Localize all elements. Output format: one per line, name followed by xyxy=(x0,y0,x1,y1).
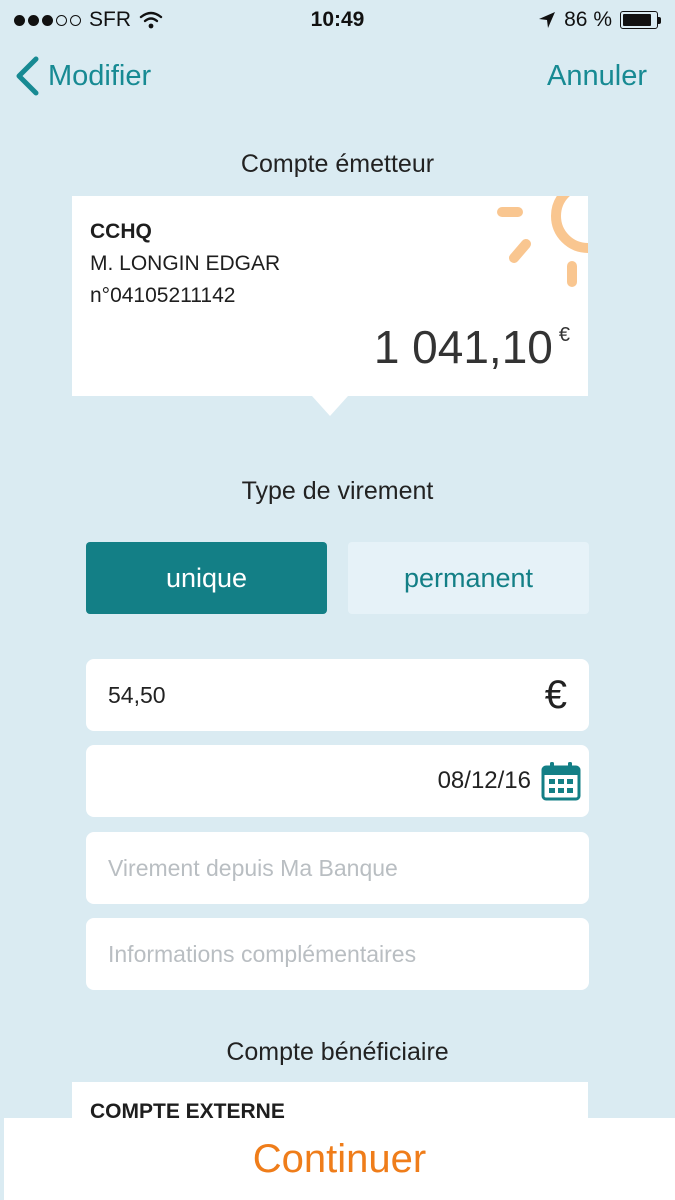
back-label: Modifier xyxy=(48,59,152,92)
back-button[interactable]: Modifier xyxy=(14,56,151,96)
account-balance: 1 041,10 € xyxy=(374,320,570,374)
status-bar: SFR 10:49 86 % xyxy=(0,0,675,40)
continue-button[interactable]: Continuer xyxy=(253,1137,426,1182)
battery-icon xyxy=(620,11,661,29)
transfer-type-unique-button[interactable]: unique xyxy=(86,542,327,614)
transfer-label-input[interactable] xyxy=(108,854,567,882)
wifi-icon xyxy=(139,11,163,29)
signal-icon xyxy=(14,14,81,26)
sun-icon xyxy=(497,196,588,287)
amount-input[interactable] xyxy=(108,681,535,709)
balance-currency: € xyxy=(558,324,570,346)
additional-info-input[interactable] xyxy=(108,940,567,968)
transfer-type-permanent-button[interactable]: permanent xyxy=(348,542,589,614)
source-account-card[interactable]: CCHQ M. LONGIN EDGAR n°04105211142 1 041… xyxy=(72,196,588,396)
date-field[interactable]: 08/12/16 xyxy=(86,745,589,817)
carrier-label: SFR xyxy=(89,8,131,31)
status-right: 86 % xyxy=(538,8,661,32)
cancel-button[interactable]: Annuler xyxy=(547,60,647,93)
source-account-title: Compte émetteur xyxy=(240,150,435,178)
beneficiary-title: Compte bénéficiaire xyxy=(226,1038,449,1066)
chevron-left-icon xyxy=(16,56,39,96)
location-arrow-icon xyxy=(539,12,556,28)
balance-amount: 1 041,10 xyxy=(373,321,553,373)
battery-label: 86 % xyxy=(564,8,612,31)
calendar-icon[interactable] xyxy=(541,761,581,801)
nav-bar: Modifier Annuler xyxy=(0,48,675,104)
transfer-label-field[interactable] xyxy=(86,832,589,904)
transfer-type-title: Type de virement xyxy=(241,477,434,505)
bottom-bar: Continuer xyxy=(4,1118,675,1200)
amount-field[interactable]: € xyxy=(86,659,589,731)
date-value: 08/12/16 xyxy=(437,767,531,794)
status-left: SFR xyxy=(14,8,163,32)
additional-info-field[interactable] xyxy=(86,918,589,990)
euro-icon: € xyxy=(544,672,567,717)
card-pointer xyxy=(312,396,348,416)
